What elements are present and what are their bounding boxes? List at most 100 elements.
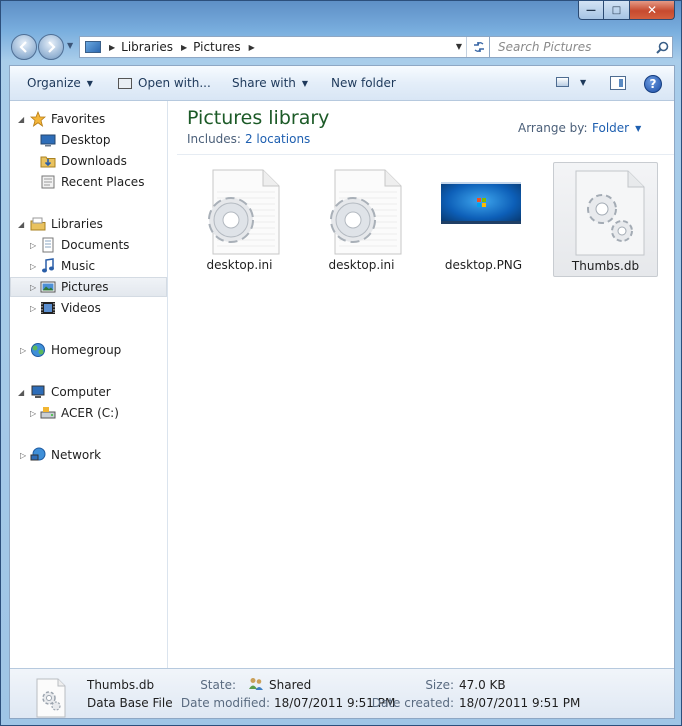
share-with-label: Share with [232,76,296,90]
file-item-selected[interactable]: Thumbs.db [553,162,658,277]
forward-button[interactable] [38,34,64,60]
tree-homegroup[interactable]: ▷ Homegroup [10,340,167,360]
chevron-right-icon[interactable]: ▶ [249,43,255,52]
chevron-right-icon[interactable]: ▶ [109,43,115,52]
open-with-button[interactable]: Open with... [118,76,211,90]
recent-pages-dropdown[interactable]: ▼ [67,41,73,50]
address-dropdown-icon[interactable]: ▼ [456,42,462,51]
shared-users-icon [248,676,264,692]
pictures-icon [40,279,56,295]
tree-label: Homegroup [51,343,122,357]
expand-arrow-icon[interactable]: ▷ [30,262,36,271]
view-options-dropdown-icon[interactable]: ▼ [580,78,586,87]
hard-drive-icon [40,405,56,421]
library-includes: Includes: 2 locations [187,132,310,146]
close-button[interactable]: ✕ [630,1,675,20]
maximize-button[interactable]: □ [604,1,630,20]
gear-file-icon [575,170,645,256]
file-item[interactable]: desktop.ini [309,162,414,277]
computer-icon [30,384,46,400]
tree-item-documents[interactable]: ▷ Documents [10,235,167,255]
gear-file-icon [36,678,66,718]
refresh-button[interactable] [466,37,490,57]
expand-arrow-icon[interactable]: ▷ [20,451,26,460]
details-file-name: Thumbs.db [87,678,155,692]
downloads-folder-icon [40,153,56,169]
includes-locations-link[interactable]: 2 locations [245,132,310,146]
details-state-label: State: [200,678,236,692]
tree-item-downloads[interactable]: Downloads [10,151,167,171]
breadcrumb-libraries[interactable]: Libraries [121,40,173,54]
search-input[interactable]: Search Pictures [490,40,652,54]
refresh-icon [473,42,484,52]
tree-computer[interactable]: ◢ Computer [10,382,167,402]
tree-item-pictures[interactable]: ▷ Pictures [10,277,167,297]
tree-label: Documents [61,238,130,252]
details-size-value: 47.0 KB [459,678,506,692]
navigation-pane: ◢ Favorites Desktop Downloads Recent Pla… [10,101,168,668]
music-icon [40,258,56,274]
tree-libraries[interactable]: ◢ Libraries [10,214,167,234]
desktop-icon [40,132,56,148]
arrange-by-dropdown[interactable]: Folder ▼ [592,121,641,135]
collapse-arrow-icon[interactable]: ◢ [18,220,24,229]
collapse-arrow-icon[interactable]: ◢ [18,388,24,397]
organize-button[interactable]: Organize ▼ [27,76,93,90]
expand-arrow-icon[interactable]: ▷ [20,346,26,355]
expand-arrow-icon[interactable]: ▷ [30,304,36,313]
tree-label: Recent Places [61,175,145,189]
caption-buttons: — □ ✕ [578,1,675,21]
tree-label: Pictures [61,280,109,294]
library-title: Pictures library [187,107,330,129]
navigation-bar: ▼ ▶ Libraries ▶ Pictures ▶ ▼ Search Pict… [9,33,673,61]
tree-item-recent-places[interactable]: Recent Places [10,172,167,192]
star-icon [30,111,46,127]
tree-favorites[interactable]: ◢ Favorites [10,109,167,129]
expand-arrow-icon[interactable]: ▷ [30,241,36,250]
gear-file-icon [208,169,280,255]
recent-places-icon [40,174,56,190]
chevron-right-icon[interactable]: ▶ [181,43,187,52]
search-icon[interactable] [652,41,672,54]
file-item[interactable]: desktop.ini [187,162,292,277]
search-box[interactable]: Search Pictures [489,36,673,58]
expand-arrow-icon[interactable]: ▷ [30,409,36,418]
tree-item-desktop[interactable]: Desktop [10,130,167,150]
chevron-down-icon: ▼ [301,78,309,88]
image-thumbnail [441,182,521,224]
open-with-icon [118,77,132,89]
header-divider [177,154,674,155]
minimize-button[interactable]: — [578,1,604,20]
organize-label: Organize [27,76,81,90]
help-button[interactable]: ? [644,75,662,93]
file-item[interactable]: desktop.PNG [431,162,536,277]
address-bar[interactable]: ▶ Libraries ▶ Pictures ▶ ▼ [79,36,491,58]
tree-label: Desktop [61,133,111,147]
file-name: desktop.ini [328,258,395,272]
tree-item-music[interactable]: ▷ Music [10,256,167,276]
back-button[interactable] [11,34,37,60]
tree-item-videos[interactable]: ▷ Videos [10,298,167,318]
change-view-icon[interactable] [556,77,569,87]
file-name: Thumbs.db [571,259,640,273]
file-name: desktop.PNG [444,258,523,272]
gear-file-icon [330,169,402,255]
homegroup-icon [30,342,46,358]
chevron-down-icon: ▼ [86,78,93,88]
collapse-arrow-icon[interactable]: ◢ [18,115,24,124]
tree-label: Computer [51,385,111,399]
details-size-label: Size: [425,678,454,692]
details-created-value: 18/07/2011 9:51 PM [459,696,581,710]
details-pane: Thumbs.db Data Base File State: Shared D… [10,668,674,718]
tree-label: ACER (C:) [61,406,119,420]
new-folder-button[interactable]: New folder [331,76,396,90]
tree-network[interactable]: ▷ Network [10,445,167,465]
share-with-button[interactable]: Share with ▼ [232,76,308,90]
documents-icon [40,237,56,253]
preview-pane-icon[interactable] [610,76,626,90]
tree-item-acer-drive[interactable]: ▷ ACER (C:) [10,403,167,423]
explorer-content-panel: Organize ▼ Open with... Share with ▼ New f… [9,65,675,719]
expand-arrow-icon[interactable]: ▷ [30,283,36,292]
breadcrumb-pictures[interactable]: Pictures [193,40,241,54]
tree-label: Downloads [61,154,127,168]
